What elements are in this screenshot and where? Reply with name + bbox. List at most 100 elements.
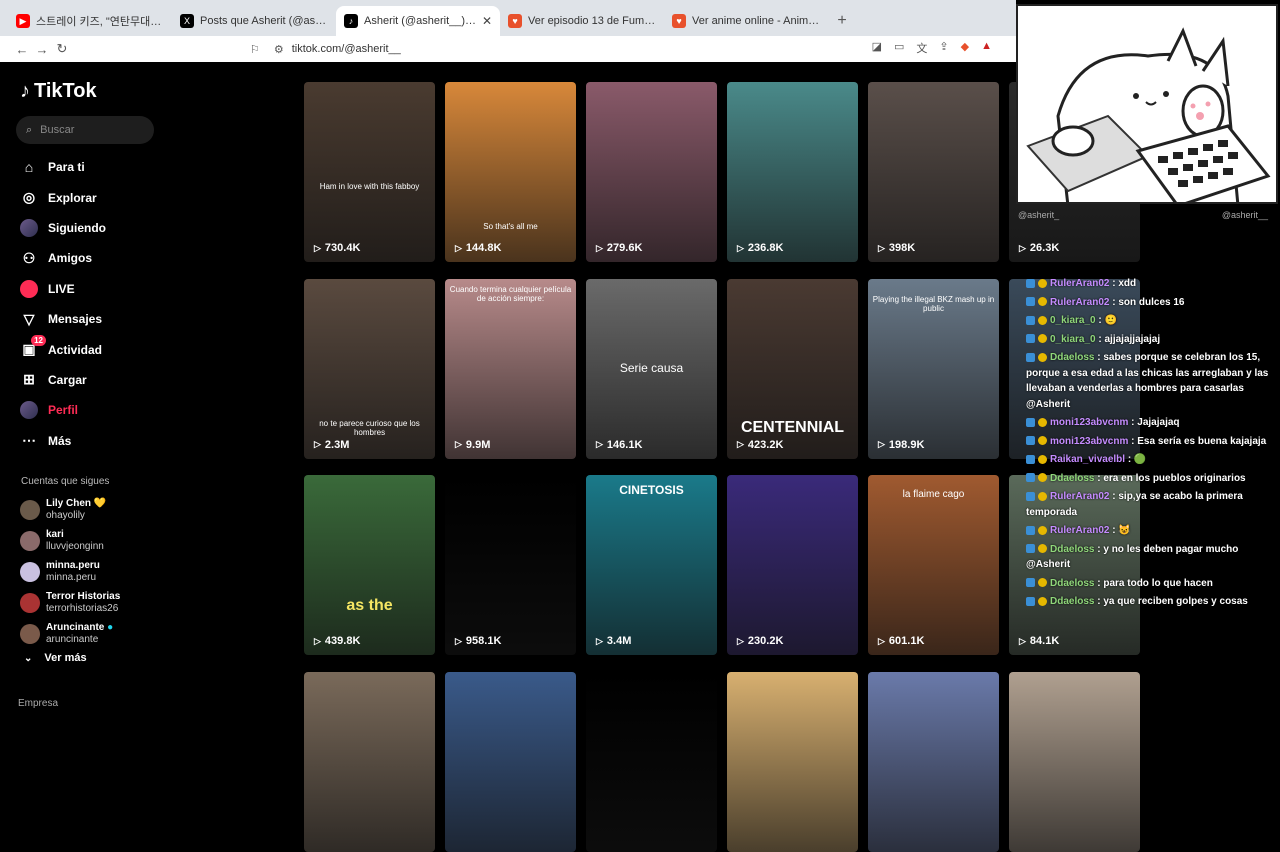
forward-icon[interactable]: → [32, 42, 52, 57]
video-thumbnail[interactable] [868, 671, 999, 852]
following-avatar-icon [20, 218, 38, 237]
video-thumbnail[interactable] [445, 671, 576, 852]
nav-item-live[interactable]: LIVE [20, 274, 260, 304]
video-thumbnail[interactable]: So that's all me ▷ 144.8K [445, 82, 576, 262]
chat-username: RulerAran02 [1050, 491, 1110, 502]
browser-tab[interactable]: X Posts que Asherit (@asherit__) ha inc [172, 6, 336, 36]
bookmark-icon[interactable]: ⚐ [250, 43, 260, 56]
video-thumbnail[interactable]: ▷ 398K [868, 82, 999, 262]
nav-item-mas[interactable]: ⋯ Más [20, 426, 260, 456]
play-icon: ▷ [314, 439, 321, 449]
stream-handle-left: @asherit_ [1018, 210, 1060, 220]
following-account[interactable]: minna.peru minna.peru [20, 556, 120, 587]
platform-icon [1026, 352, 1035, 362]
brave-shield-icon[interactable]: ◆ [961, 40, 969, 56]
view-count: ▷ 230.2K [737, 635, 783, 647]
chat-message: moni123abvcnm : Jajajajaq [1026, 415, 1276, 431]
nav-item-cargar[interactable]: ⊞ Cargar [20, 365, 260, 395]
video-thumbnail[interactable]: CENTENNIAL ▷ 423.2K [727, 278, 858, 459]
translate-icon[interactable]: 文 [916, 40, 927, 56]
video-caption: Cuando termina cualquier película de acc… [449, 284, 572, 303]
video-thumbnail[interactable]: Ham in love with this fabboy ▷ 730.4K [304, 82, 435, 262]
view-count-value: 3.4M [606, 635, 632, 647]
chat-text: : ya que reciben golpes y cosas [1094, 596, 1248, 607]
inbox-icon: ▣ 12 [20, 334, 46, 359]
view-count: ▷ 3.4M [596, 635, 631, 647]
video-thumbnail[interactable]: ▷ 958.1K [445, 475, 576, 655]
account-name: Lily Chen 💛 [46, 497, 107, 509]
video-thumbnail[interactable]: ▷ 279.6K [586, 82, 717, 262]
browser-tab[interactable]: ♥ Ver episodio 13 de Fumetsu no Anat [500, 6, 664, 36]
share-icon[interactable]: ⇪ [939, 40, 948, 56]
stream-handle-right: @asherit__ [1221, 210, 1268, 220]
play-icon: ▷ [737, 242, 744, 253]
platform-icon [1026, 578, 1035, 588]
play-icon: ▷ [314, 635, 321, 646]
video-thumbnail[interactable] [1009, 671, 1140, 852]
following-section-title: Cuentas que sigues [21, 476, 110, 487]
video-grid: Ham in love with this fabboy ▷ 730.4K So th… [304, 62, 1140, 852]
chat-username: RulerAran02 [1050, 296, 1110, 308]
video-thumbnail[interactable]: ▷ 236.8K [727, 82, 858, 262]
view-count-value: 236.8K [747, 242, 784, 254]
video-thumbnail[interactable]: CINETOSIS ▷ 3.4M [586, 475, 717, 655]
rewards-icon[interactable]: ▲ [981, 40, 992, 56]
chat-message: 0_kiara_0 : 🙂 [1026, 313, 1276, 329]
footer-link-empresa[interactable]: Empresa [18, 698, 58, 709]
video-thumbnail[interactable]: Playing the illegal BKZ mash up in publi… [868, 278, 999, 459]
close-tab-icon[interactable]: ✕ [482, 14, 492, 28]
play-icon: ▷ [455, 242, 462, 253]
video-thumbnail[interactable]: ▷ 230.2K [727, 475, 858, 655]
back-icon[interactable]: ← [12, 42, 32, 57]
nav-item-amigos[interactable]: ⚇ Amigos [20, 243, 260, 273]
following-account[interactable]: Lily Chen 💛 ohayolily [20, 494, 120, 525]
reload-icon[interactable]: ↻ [52, 41, 72, 57]
tab-title: Asherit (@asherit__) | TikTok [364, 15, 478, 27]
view-count-value: 958.1K [465, 635, 502, 647]
badge-icon [1038, 578, 1047, 588]
nav-item-siguiendo[interactable]: Siguiendo [20, 213, 260, 243]
tiktok-logo[interactable]: ♪ TikTok [20, 80, 97, 103]
plus-square-icon: ⊞ [23, 371, 35, 388]
view-count-value: 439.8K [324, 635, 361, 647]
nav-item-actividad[interactable]: ▣ 12 Actividad [20, 334, 260, 364]
see-more-button[interactable]: ⌄ Ver más [24, 652, 87, 664]
nav-item-para-ti[interactable]: ⌂ Para ti [20, 152, 260, 182]
chat-username: Ddaeloss [1050, 577, 1095, 589]
browser-tab-active[interactable]: ♪ Asherit (@asherit__) | TikTok ✕ [336, 6, 500, 36]
video-thumbnail[interactable]: as the ▷ 439.8K [304, 475, 435, 655]
account-name: Aruncinante [46, 621, 105, 633]
chat-username: Ddaeloss [1050, 472, 1095, 484]
main-nav: ⌂ Para ti ◎ Explorar Siguiendo ⚇ Amigos LIV… [20, 152, 260, 456]
account-username: ohayolily [46, 509, 85, 521]
chat-username: 0_kiara_0 [1050, 315, 1096, 326]
new-tab-button[interactable]: + [828, 6, 856, 36]
account-name-row: Aruncinante ● [46, 622, 113, 634]
extension-icon[interactable]: ◪ [872, 40, 882, 56]
search-input[interactable]: ⌕ Buscar [16, 116, 154, 144]
video-thumbnail[interactable]: Cuando termina cualquier película de acc… [445, 278, 576, 459]
view-count: ▷ 730.4K [314, 242, 360, 254]
nav-item-perfil[interactable]: Perfil [20, 395, 260, 425]
view-count-value: 398K [888, 242, 916, 254]
nav-item-mensajes[interactable]: ▽ Mensajes [20, 304, 260, 334]
video-thumbnail[interactable]: Serie causa ▷ 146.1K [586, 278, 717, 459]
video-thumbnail[interactable]: no te parece curioso que los hombres ▷ 2.3… [304, 278, 435, 459]
site-info-icon[interactable]: ⚙ [274, 43, 284, 56]
view-count: ▷ 144.8K [455, 242, 501, 254]
video-thumbnail[interactable]: la flaime cago ▷ 601.1K [868, 475, 999, 655]
nav-item-explorar[interactable]: ◎ Explorar [20, 182, 260, 212]
following-account[interactable]: Terror Historias terrorhistorias26 [20, 587, 120, 618]
video-thumbnail[interactable] [586, 671, 717, 852]
browser-tab[interactable]: ♥ Ver anime online - AnimeFénix [664, 6, 828, 36]
browser-tab[interactable]: ▶ 스트레이 키즈, "연탄무대까지 파이트" [8, 6, 172, 36]
following-account[interactable]: kari lluvvjeonginn [20, 525, 120, 556]
video-thumbnail[interactable] [727, 671, 858, 852]
badge-icon [1038, 334, 1047, 344]
video-thumbnail[interactable] [304, 671, 435, 852]
play-icon: ▷ [314, 242, 321, 253]
cast-icon[interactable]: ▭ [894, 40, 904, 56]
following-account[interactable]: Aruncinante ● aruncinante [20, 618, 120, 649]
chat-text: : 🙂 [1095, 315, 1117, 326]
view-count-value: 198.9K [888, 438, 925, 451]
